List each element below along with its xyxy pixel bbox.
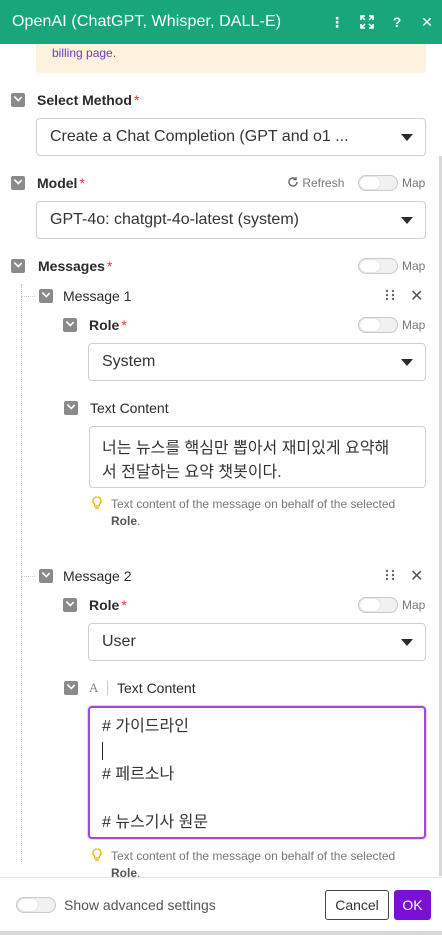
chevron-down-icon [401, 359, 413, 366]
content-2-line [102, 787, 412, 811]
role-2-select[interactable]: User [88, 623, 426, 661]
messages-map-toggle[interactable] [358, 258, 398, 274]
method-select[interactable]: Create a Chat Completion (GPT and o1 ... [36, 118, 426, 156]
model-select[interactable]: GPT-4o: chatgpt-4o-latest (system) [36, 201, 426, 239]
content-1-line: 너는 뉴스를 핵심만 뽑아서 재미있게 요약해 [102, 440, 390, 457]
cancel-button[interactable]: Cancel [325, 890, 389, 920]
collapse-checkbox-role-1[interactable] [63, 318, 77, 332]
refresh-icon [288, 177, 298, 187]
messages-label: Messages * [38, 258, 113, 274]
message-1-title: Message 1 [63, 288, 132, 304]
window-title: OpenAI (ChatGPT, Whisper, DALL-E) [12, 13, 282, 30]
text-cursor [102, 739, 412, 763]
method-select-value: Create a Chat Completion (GPT and o1 ... [50, 128, 349, 145]
role-2-value: User [102, 633, 136, 650]
required-marker: * [133, 92, 140, 108]
collapse-checkbox-message-1[interactable] [39, 289, 53, 303]
content-2-line: # 뉴스기사 원문 [102, 814, 209, 831]
role-2-map-toggle[interactable] [358, 597, 398, 613]
more-vertical-icon[interactable]: ⋮ [322, 7, 352, 37]
role-2-label: Role * [89, 597, 127, 613]
divider [107, 681, 108, 695]
role-1-value: System [102, 353, 156, 370]
messages-map-label: Map [402, 259, 426, 273]
remove-message-2-icon[interactable]: ✕ [410, 566, 423, 586]
content-1-hint: Text content of the message on behalf of… [111, 497, 396, 528]
content-2-line: # 가이드라인 [102, 718, 189, 735]
message-2-title: Message 2 [63, 568, 132, 584]
role-1-label: Role * [89, 317, 127, 333]
content-1-line: 서 전달하는 요약 챗봇이다. [102, 464, 282, 481]
lightbulb-icon [92, 496, 102, 509]
panel-body: billing page. Select Method * Create a Ch… [0, 44, 442, 877]
refresh-button[interactable]: Refresh [287, 176, 344, 190]
collapse-checkbox-content-2[interactable] [64, 681, 78, 695]
model-map-toggle[interactable] [358, 175, 398, 191]
required-marker: * [106, 258, 113, 274]
collapse-checkbox-role-2[interactable] [63, 598, 77, 612]
method-label: Select Method * [37, 92, 140, 108]
close-icon[interactable]: ✕ [412, 7, 442, 37]
required-marker: * [79, 175, 85, 191]
required-marker: * [121, 597, 127, 613]
role-2-map-label: Map [402, 598, 426, 612]
title-bar: OpenAI (ChatGPT, Whisper, DALL-E) ⋮ ? ✕ [0, 0, 442, 44]
drag-handle-icon[interactable] [384, 569, 396, 581]
collapse-checkbox-method[interactable] [11, 93, 25, 107]
model-label: Model * [37, 175, 85, 191]
tree-connector [21, 576, 35, 577]
content-2-textarea[interactable]: # 가이드라인 # 페르소나 # 뉴스기사 원문 [88, 706, 426, 839]
bottom-scroll-bar [0, 931, 442, 935]
role-1-map-label: Map [402, 318, 426, 332]
tree-connector [21, 296, 35, 297]
required-marker: * [121, 317, 127, 333]
drag-handle-icon[interactable] [384, 289, 396, 301]
notice-banner: billing page. [36, 44, 426, 73]
content-2-hint: Text content of the message on behalf of… [111, 849, 396, 877]
model-select-value: GPT-4o: chatgpt-4o-latest (system) [50, 211, 299, 228]
text-type-icon: A [89, 680, 99, 695]
role-1-map-toggle[interactable] [358, 317, 398, 333]
collapse-checkbox-model[interactable] [11, 176, 25, 190]
collapse-checkbox-content-1[interactable] [64, 401, 78, 415]
footer: Show advanced settings Cancel OK [0, 877, 442, 935]
content-2-line: # 페르소나 [102, 766, 175, 783]
chevron-down-icon [401, 639, 413, 646]
chevron-down-icon [401, 134, 413, 141]
advanced-settings-label[interactable]: Show advanced settings [64, 897, 216, 913]
tree-connector [21, 284, 22, 864]
content-1-label: Text Content [90, 400, 169, 416]
advanced-settings-toggle[interactable] [16, 897, 56, 913]
refresh-label: Refresh [302, 176, 345, 190]
content-2-label: Text Content [117, 680, 196, 696]
remove-message-1-icon[interactable]: ✕ [410, 286, 423, 306]
expand-icon[interactable] [352, 7, 382, 37]
notice-text[interactable]: billing page. [52, 46, 116, 60]
lightbulb-icon [92, 848, 102, 861]
content-1-textarea[interactable]: 너는 뉴스를 핵심만 뽑아서 재미있게 요약해 서 전달하는 요약 챗봇이다. [89, 426, 426, 488]
collapse-checkbox-message-2[interactable] [39, 569, 53, 583]
role-1-select[interactable]: System [88, 343, 426, 381]
chevron-down-icon [401, 217, 413, 224]
model-map-label: Map [402, 176, 426, 190]
collapse-checkbox-messages[interactable] [11, 259, 25, 273]
help-icon[interactable]: ? [382, 7, 412, 37]
ok-button[interactable]: OK [394, 890, 431, 920]
